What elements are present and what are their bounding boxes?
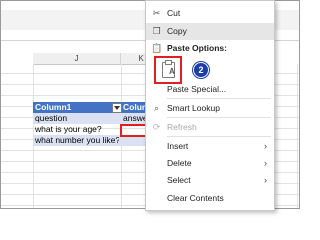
scissors-icon: ✂ [152, 8, 161, 18]
table-header-column1[interactable]: Column1 [35, 102, 119, 113]
copy-icon: ❐ [152, 26, 161, 36]
menu-item-label: Paste Options: [167, 43, 227, 53]
menu-item-smart-lookup[interactable]: ⌕ Smart Lookup [146, 100, 274, 117]
table-cell[interactable]: what number you like? [35, 135, 119, 146]
menu-item-copy[interactable]: ❐ Copy [146, 23, 274, 40]
menu-item-select[interactable]: Select › [146, 172, 274, 189]
table-header-row: Column1 Colum [33, 102, 151, 113]
paste-values-letter: A [169, 67, 175, 76]
chevron-right-icon: › [264, 158, 267, 168]
table-row: question answe [33, 113, 151, 124]
menu-item-paste-special[interactable]: Paste Special... [146, 81, 274, 98]
menu-item-label: Smart Lookup [167, 103, 220, 113]
menu-item-label: Copy [167, 26, 187, 36]
menu-item-clear-contents[interactable]: Clear Contents [146, 190, 274, 207]
chevron-right-icon: › [264, 141, 267, 151]
table-cell[interactable]: question [35, 113, 119, 124]
paste-values-button[interactable]: A [154, 56, 182, 84]
menu-item-label: Insert [167, 141, 189, 151]
chevron-right-icon: › [264, 175, 267, 185]
menu-item-cut[interactable]: ✂ Cut [146, 5, 274, 22]
menu-item-insert[interactable]: Insert › [146, 138, 274, 155]
menu-item-label: Refresh [167, 122, 197, 132]
filter-dropdown-button[interactable] [112, 103, 122, 113]
annotation-badge-2: 2 [193, 62, 209, 78]
menu-item-delete[interactable]: Delete › [146, 155, 274, 172]
refresh-icon: ⟳ [152, 122, 161, 132]
menu-item-label: Clear Contents [167, 193, 224, 203]
menu-separator [167, 117, 271, 118]
clipboard-clip-icon [165, 60, 172, 65]
menu-item-label: Select [167, 175, 191, 185]
menu-item-label: Paste Special... [167, 84, 227, 94]
paste-options-icon: 📋 [151, 43, 163, 53]
menu-header-paste-options: 📋 Paste Options: [146, 40, 274, 57]
menu-item-label: Delete [167, 158, 192, 168]
menu-item-label: Cut [167, 8, 181, 18]
context-menu: ✂ Cut ❐ Copy 📋 Paste Options: A 2 Paste … [145, 0, 275, 211]
menu-separator [167, 136, 271, 137]
menu-item-refresh: ⟳ Refresh [146, 119, 274, 136]
menu-separator [167, 98, 271, 99]
smart-lookup-icon: ⌕ [153, 103, 160, 113]
table-cell[interactable]: what is your age? [35, 124, 119, 135]
